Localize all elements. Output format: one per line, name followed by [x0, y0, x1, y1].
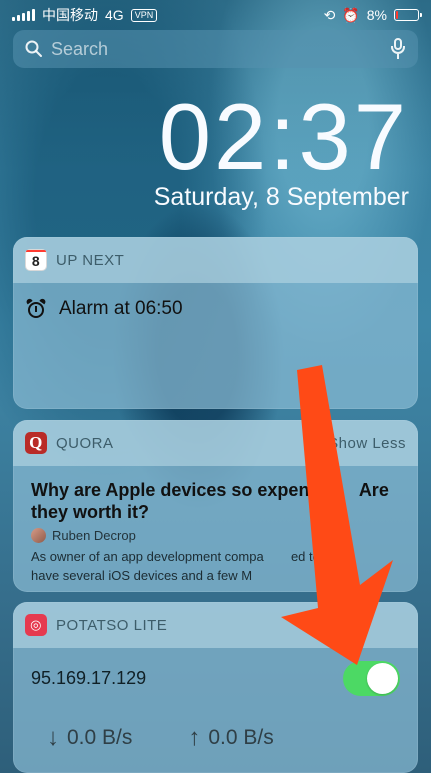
download-value: 0.0 B/s [67, 726, 133, 749]
signal-strength-icon [12, 9, 35, 21]
potatso-header: ◎ POTATSO LITE [13, 602, 418, 648]
alarm-label: Alarm at 06:50 [59, 298, 183, 319]
search-placeholder: Search [51, 38, 109, 59]
show-less-button[interactable]: Show Less [328, 435, 406, 452]
calendar-icon: 8 [25, 249, 47, 271]
upload-arrow-icon: ↑ [188, 724, 201, 751]
calendar-day: 8 [31, 253, 41, 269]
up-next-title: UP NEXT [56, 251, 125, 269]
quora-title: QUORA [56, 434, 114, 452]
quora-content[interactable]: Why are Apple devices so expensi Are the… [13, 466, 418, 585]
alarm-clock-icon [25, 297, 47, 320]
answer-line-2: ed to [290, 549, 320, 564]
toggle-knob[interactable] [367, 662, 398, 694]
potatso-title: POTATSO LITE [56, 616, 168, 634]
up-next-header: 8 UP NEXT [13, 237, 418, 283]
avatar [31, 528, 46, 543]
download-arrow-icon: ↓ [47, 724, 59, 751]
status-right: ⟲ ⏰ 8% [323, 6, 422, 24]
vpn-badge: VPN [130, 8, 158, 22]
answer-line-3: have several iOS devices and a few M [31, 568, 253, 583]
quora-widget[interactable]: Q QUORA Show Less Why are Apple devices … [13, 420, 418, 592]
quora-header: Q QUORA Show Less [13, 420, 418, 466]
network-label: 4G [105, 7, 124, 23]
answer-line-4: ... [317, 568, 329, 583]
alarm-row[interactable]: Alarm at 06:50 [13, 283, 418, 335]
lock-screen-date: Saturday, 8 September [153, 183, 409, 211]
status-bar: 中国移动 4G VPN ⟲ ⏰ 8% [0, 0, 431, 30]
status-left: 中国移动 4G VPN [12, 5, 158, 25]
rotation-lock-icon: ⟲ [323, 6, 336, 23]
upload-speed: ↑ 0.0 B/s [188, 726, 273, 750]
question-part-1: Why are Apple devices so expensi [31, 480, 325, 500]
potatso-widget[interactable]: ◎ POTATSO LITE 95.169.17.129 ↓ 0.0 B/s ↑… [13, 602, 418, 773]
download-speed: ↓ 0.0 B/s [47, 726, 132, 750]
answer-line-1: As owner of an app development compa [31, 549, 264, 564]
alarm-icon: ⏰ [342, 6, 360, 23]
quora-logo-icon: Q [25, 432, 47, 454]
search-icon [25, 40, 42, 57]
server-address: 95.169.17.129 [31, 667, 147, 688]
potatso-app-icon: ◎ [25, 614, 47, 636]
search-bar[interactable]: Search [13, 30, 418, 68]
up-next-widget[interactable]: 8 UP NEXT Alarm at 06:50 [13, 237, 418, 409]
author-name: Ruben Decrop [52, 528, 136, 543]
microphone-icon[interactable] [390, 38, 406, 60]
vpn-server-row[interactable]: 95.169.17.129 [13, 648, 418, 708]
battery-icon [394, 9, 422, 21]
battery-percent: 8% [366, 7, 387, 23]
vpn-toggle[interactable] [343, 660, 400, 696]
quora-question[interactable]: Why are Apple devices so expensi Are the… [31, 479, 406, 523]
author-row: Ruben Decrop [31, 528, 406, 543]
upload-value: 0.0 B/s [208, 726, 274, 749]
carrier-label: 中国移动 [42, 7, 98, 23]
answer-preview: As owner of an app development compa ed … [31, 547, 406, 585]
lock-screen-time: 02:37 [158, 84, 409, 189]
speed-row: ↓ 0.0 B/s ↑ 0.0 B/s [13, 708, 418, 750]
